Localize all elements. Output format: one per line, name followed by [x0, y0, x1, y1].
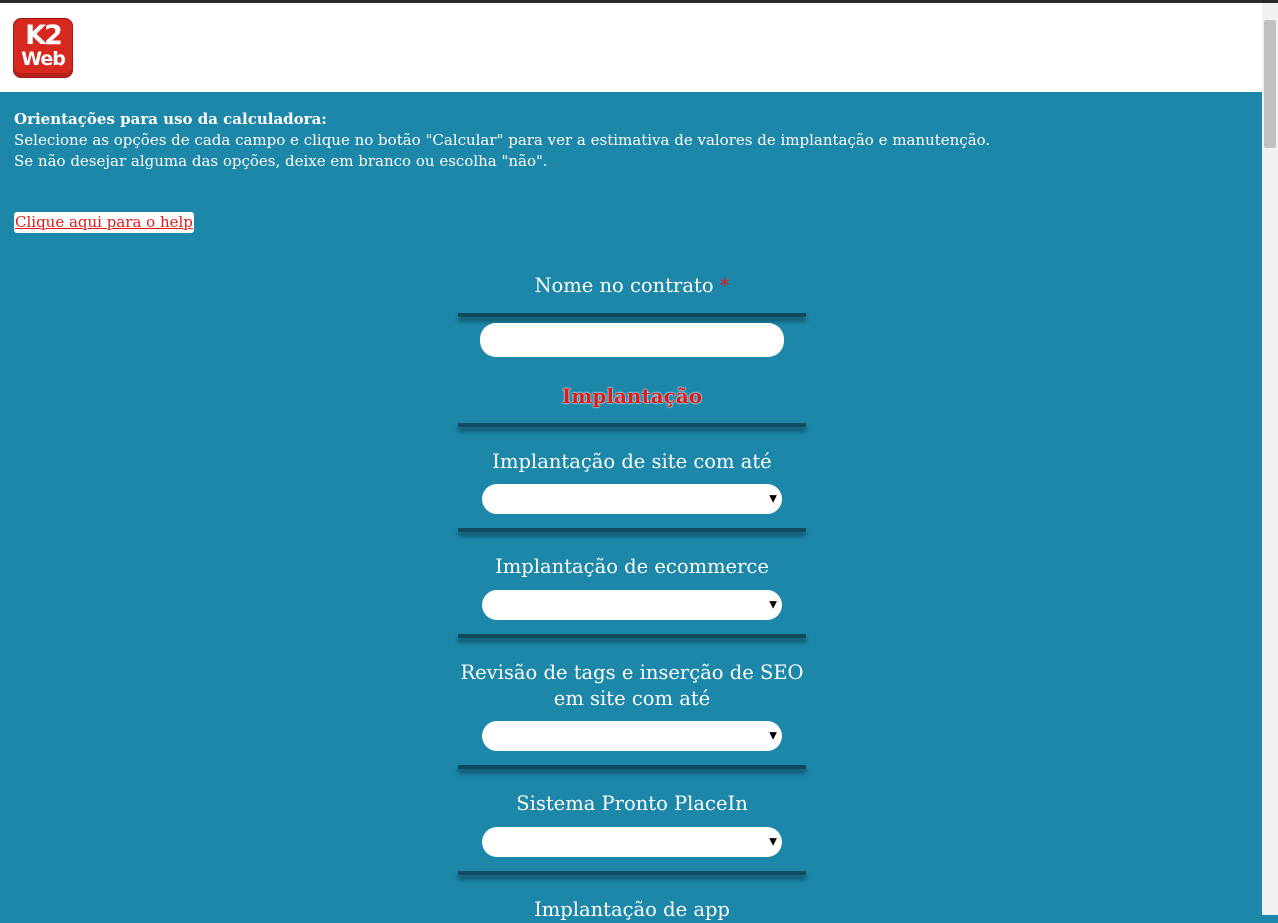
placein-field-group: Sistema Pronto PlaceIn: [458, 791, 806, 817]
name-field-group: Nome no contrato *: [458, 273, 806, 299]
contract-name-input[interactable]: [480, 323, 784, 357]
section-implantacao: Implantação: [458, 383, 806, 409]
seo-label-line1: Revisão de tags e inserção de SEO: [460, 661, 804, 684]
seo-label-line2: em site com até: [553, 687, 711, 710]
seo-select[interactable]: ▼: [482, 721, 782, 751]
instructions-line1: Selecione as opções de cada campo e cliq…: [14, 131, 991, 149]
logo-line2: Web: [21, 48, 66, 70]
divider: [458, 313, 806, 317]
section-title-implantacao: Implantação: [561, 384, 703, 408]
seo-field-group: Revisão de tags e inserção de SEO em sit…: [458, 660, 806, 712]
divider: [458, 423, 806, 427]
dropdown-arrow-icon: ▼: [769, 599, 777, 611]
k2web-logo[interactable]: K2 Web: [13, 18, 73, 78]
page-scrollbar[interactable]: [1262, 3, 1278, 915]
site-field-group: Implantação de site com até: [458, 449, 806, 475]
placein-label: Sistema Pronto PlaceIn: [516, 792, 748, 815]
name-label: Nome no contrato: [534, 274, 714, 297]
placein-select[interactable]: ▼: [482, 827, 782, 857]
site-select[interactable]: ▼: [482, 484, 782, 514]
dropdown-arrow-icon: ▼: [769, 730, 777, 742]
ecommerce-field-group: Implantação de ecommerce: [458, 554, 806, 580]
header-bar: K2 Web: [0, 3, 1262, 92]
divider: [458, 634, 806, 638]
calculator-form: Nome no contrato * Implantação Implantaç…: [458, 260, 806, 923]
instructions-line2: Se não desejar alguma das opções, deixe …: [14, 152, 548, 170]
required-asterisk: *: [719, 274, 730, 297]
app-field-group: Implantação de app: [458, 897, 806, 923]
dropdown-arrow-icon: ▼: [769, 493, 777, 505]
app-label: Implantação de app: [534, 898, 730, 921]
divider: [458, 765, 806, 769]
ecommerce-select[interactable]: ▼: [482, 590, 782, 620]
ecommerce-label: Implantação de ecommerce: [495, 555, 769, 578]
instructions-heading: Orientações para uso da calculadora:: [14, 110, 327, 128]
instructions: Orientações para uso da calculadora: Sel…: [14, 109, 990, 172]
divider: [458, 528, 806, 532]
help-link[interactable]: Clique aqui para o help: [14, 212, 194, 233]
scrollbar-thumb[interactable]: [1264, 20, 1276, 148]
divider: [458, 871, 806, 875]
dropdown-arrow-icon: ▼: [769, 836, 777, 848]
site-label: Implantação de site com até: [492, 450, 772, 473]
logo-line1: K2: [25, 20, 63, 51]
